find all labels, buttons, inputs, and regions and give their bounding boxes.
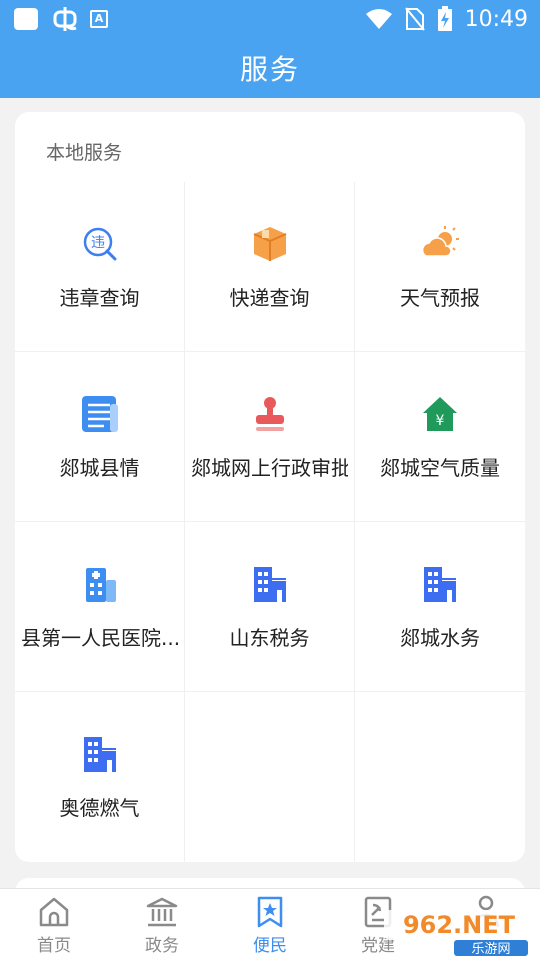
service-label: 山东税务: [229, 626, 310, 650]
wifi-icon: [365, 9, 392, 29]
service-label: 县第一人民医院...: [21, 626, 178, 650]
government-icon: [146, 897, 178, 927]
status-icons: 10:49: [365, 0, 528, 38]
service-grid: 违 违章查询 快递查询 天气预报 郯城县情 郯城网上行政审批 ¥ 郯城空气质量 …: [15, 182, 525, 862]
local-services-card: 本地服务 违 违章查询 快递查询 天气预报 郯城县情 郯城网上行政审批 ¥ 郯城…: [15, 112, 525, 862]
bug-icon: [50, 4, 80, 40]
bookmark-star-icon: [257, 896, 283, 928]
service-label: 快递查询: [229, 286, 310, 310]
empty-cell: [185, 692, 355, 862]
service-label: 郯城水务: [400, 626, 480, 650]
nav-home[interactable]: 首页: [0, 889, 108, 960]
app-header: 服务: [0, 38, 540, 98]
service-online-approval[interactable]: 郯城网上行政审批: [185, 352, 355, 522]
building-icon: [424, 567, 456, 602]
service-air-quality[interactable]: ¥ 郯城空气质量: [355, 352, 525, 522]
service-label: 郯城县情: [59, 456, 140, 480]
house-yuan-icon: ¥: [423, 397, 457, 431]
service-label: 奥德燃气: [59, 796, 140, 820]
status-bar: A 10:49: [0, 0, 540, 38]
service-water-affairs[interactable]: 郯城水务: [355, 522, 525, 692]
watermark-brand: 962.NET: [403, 911, 516, 939]
service-weather[interactable]: 天气预报: [355, 182, 525, 352]
service-label: 天气预报: [400, 286, 480, 310]
document-icon: [81, 396, 118, 432]
service-county-info[interactable]: 郯城县情: [15, 352, 185, 522]
service-shandong-tax[interactable]: 山东税务: [185, 522, 355, 692]
nav-label: 首页: [37, 936, 71, 956]
keyboard-a-icon: A: [90, 10, 108, 28]
status-time: 10:49: [464, 6, 528, 32]
stamp-icon: [255, 397, 284, 431]
no-sim-icon: [404, 7, 425, 31]
service-aode-gas[interactable]: 奥德燃气: [15, 692, 185, 862]
svg-text:¥: ¥: [436, 413, 445, 429]
app-square-icon: [14, 8, 38, 30]
page-title: 服务: [239, 53, 300, 86]
violation-search-icon: 违: [83, 227, 116, 261]
battery-charging-icon: [437, 6, 452, 31]
nav-government[interactable]: 政务: [108, 889, 216, 960]
nav-label: 便民: [253, 936, 287, 956]
weather-icon: [421, 226, 459, 257]
nav-label: 政务: [145, 936, 179, 956]
home-icon: [39, 897, 69, 927]
service-express-query[interactable]: 快递查询: [185, 182, 355, 352]
building-icon: [83, 737, 116, 772]
section-title: 本地服务: [46, 142, 123, 164]
hospital-icon: [85, 568, 116, 602]
svg-text:违: 违: [91, 235, 105, 251]
nav-convenience[interactable]: 便民: [216, 889, 324, 960]
service-first-hospital[interactable]: 县第一人民医院...: [15, 522, 185, 692]
empty-cell: [355, 692, 525, 862]
building-icon: [253, 567, 286, 602]
service-label: 违章查询: [59, 286, 140, 310]
watermark-logo: 962.NET 乐游网: [384, 910, 534, 956]
watermark-sub: 乐游网: [471, 942, 510, 956]
service-label: 郯城网上行政审批: [191, 456, 348, 480]
package-icon: [253, 227, 286, 261]
service-label: 郯城空气质量: [380, 456, 500, 480]
service-violation-query[interactable]: 违 违章查询: [15, 182, 185, 352]
